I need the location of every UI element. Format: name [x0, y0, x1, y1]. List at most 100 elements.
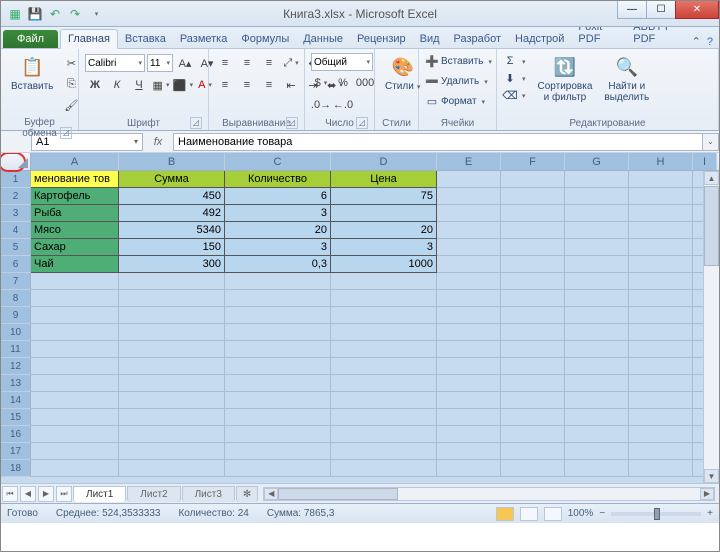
zoom-slider[interactable] [611, 512, 701, 516]
cell-H6[interactable] [629, 256, 693, 273]
help-icon[interactable]: ? [707, 36, 713, 48]
sheet-tab-1[interactable]: Лист1 [73, 486, 126, 502]
font-name-combo[interactable]: Calibri [85, 54, 145, 72]
sheet-nav-first[interactable]: ⏮ [2, 486, 18, 502]
cell-E10[interactable] [437, 324, 501, 341]
sheet-nav-next[interactable]: ▶ [38, 486, 54, 502]
cell-H5[interactable] [629, 239, 693, 256]
cell-A17[interactable] [31, 443, 119, 460]
cell-A15[interactable] [31, 409, 119, 426]
cell-F6[interactable] [501, 256, 565, 273]
row-header-11[interactable]: 11 [1, 341, 31, 358]
fill-color-button[interactable]: ⬛ [173, 75, 193, 95]
cell-H1[interactable] [629, 171, 693, 188]
underline-button[interactable]: Ч [129, 75, 149, 95]
cell-B1[interactable]: Сумма [119, 171, 225, 188]
cell-A10[interactable] [31, 324, 119, 341]
cell-B11[interactable] [119, 341, 225, 358]
cell-D6[interactable]: 1000 [331, 256, 437, 273]
cell-D12[interactable] [331, 358, 437, 375]
cell-C2[interactable]: 6 [225, 188, 331, 205]
cell-E9[interactable] [437, 307, 501, 324]
cell-H8[interactable] [629, 290, 693, 307]
cell-D15[interactable] [331, 409, 437, 426]
cell-H13[interactable] [629, 375, 693, 392]
tab-layout[interactable]: Разметка [173, 30, 235, 48]
cell-C1[interactable]: Количество [225, 171, 331, 188]
row-header-12[interactable]: 12 [1, 358, 31, 375]
select-all-button[interactable] [1, 153, 31, 170]
cell-D17[interactable] [331, 443, 437, 460]
number-launcher[interactable]: ◿ [356, 117, 368, 129]
delete-cells-button[interactable]: ➖Удалить [425, 73, 488, 89]
cell-C17[interactable] [225, 443, 331, 460]
cell-F12[interactable] [501, 358, 565, 375]
number-format-combo[interactable]: Общий [311, 53, 373, 71]
cell-E3[interactable] [437, 205, 501, 222]
column-header-D[interactable]: D [331, 153, 437, 170]
row-header-18[interactable]: 18 [1, 460, 31, 477]
tab-view[interactable]: Вид [413, 30, 447, 48]
column-header-E[interactable]: E [437, 153, 501, 170]
cell-F2[interactable] [501, 188, 565, 205]
row-header-8[interactable]: 8 [1, 290, 31, 307]
sheet-tab-3[interactable]: Лист3 [182, 486, 235, 502]
cell-H16[interactable] [629, 426, 693, 443]
tab-home[interactable]: Главная [60, 29, 118, 49]
scroll-left-icon[interactable]: ◀ [264, 488, 278, 500]
cell-D18[interactable] [331, 460, 437, 477]
new-sheet-button[interactable]: ✻ [236, 486, 258, 502]
row-header-14[interactable]: 14 [1, 392, 31, 409]
cell-E13[interactable] [437, 375, 501, 392]
cell-G4[interactable] [565, 222, 629, 239]
increase-font-icon[interactable]: A▴ [175, 53, 195, 73]
cell-F9[interactable] [501, 307, 565, 324]
page-break-view-button[interactable] [544, 507, 562, 521]
column-header-B[interactable]: B [119, 153, 225, 170]
cell-E17[interactable] [437, 443, 501, 460]
currency-icon[interactable]: $ [311, 73, 331, 93]
cell-A14[interactable] [31, 392, 119, 409]
orientation-icon[interactable]: ⤢ [281, 53, 301, 73]
fx-icon[interactable]: fx [143, 136, 173, 148]
clear-button[interactable]: ⌫ [503, 87, 526, 103]
cell-B7[interactable] [119, 273, 225, 290]
autosum-button[interactable]: Σ [503, 53, 526, 69]
cell-A5[interactable]: Сахар [31, 239, 119, 256]
worksheet-grid[interactable]: ABCDEFGHI 1менование товСуммаКоличествоЦ… [1, 153, 719, 483]
cell-G11[interactable] [565, 341, 629, 358]
comma-icon[interactable]: 000 [355, 73, 375, 93]
cell-H3[interactable] [629, 205, 693, 222]
cell-E5[interactable] [437, 239, 501, 256]
cell-D14[interactable] [331, 392, 437, 409]
clipboard-launcher[interactable]: ◿ [60, 127, 72, 139]
fill-button[interactable]: ⬇ [503, 70, 526, 86]
cell-B10[interactable] [119, 324, 225, 341]
zoom-in-button[interactable]: + [707, 508, 713, 519]
cell-C5[interactable]: 3 [225, 239, 331, 256]
cell-B5[interactable]: 150 [119, 239, 225, 256]
cell-H14[interactable] [629, 392, 693, 409]
cell-C11[interactable] [225, 341, 331, 358]
border-button[interactable]: ▦ [151, 75, 171, 95]
cell-B17[interactable] [119, 443, 225, 460]
cell-A12[interactable] [31, 358, 119, 375]
cell-C4[interactable]: 20 [225, 222, 331, 239]
format-cells-button[interactable]: ▭Формат [425, 93, 485, 109]
insert-cells-button[interactable]: ➕Вставить [425, 53, 492, 69]
cell-B15[interactable] [119, 409, 225, 426]
cell-B18[interactable] [119, 460, 225, 477]
tab-formulas[interactable]: Формулы [234, 30, 296, 48]
align-middle-icon[interactable]: ≡ [237, 53, 257, 73]
cell-B3[interactable]: 492 [119, 205, 225, 222]
styles-button[interactable]: 🎨 Стили [381, 53, 424, 95]
cell-G16[interactable] [565, 426, 629, 443]
cell-F10[interactable] [501, 324, 565, 341]
column-header-I[interactable]: I [693, 153, 717, 170]
cell-E4[interactable] [437, 222, 501, 239]
zoom-level[interactable]: 100% [568, 508, 594, 519]
cell-H2[interactable] [629, 188, 693, 205]
italic-button[interactable]: К [107, 75, 127, 95]
tab-developer[interactable]: Разработ [447, 30, 508, 48]
row-header-1[interactable]: 1 [1, 171, 31, 188]
